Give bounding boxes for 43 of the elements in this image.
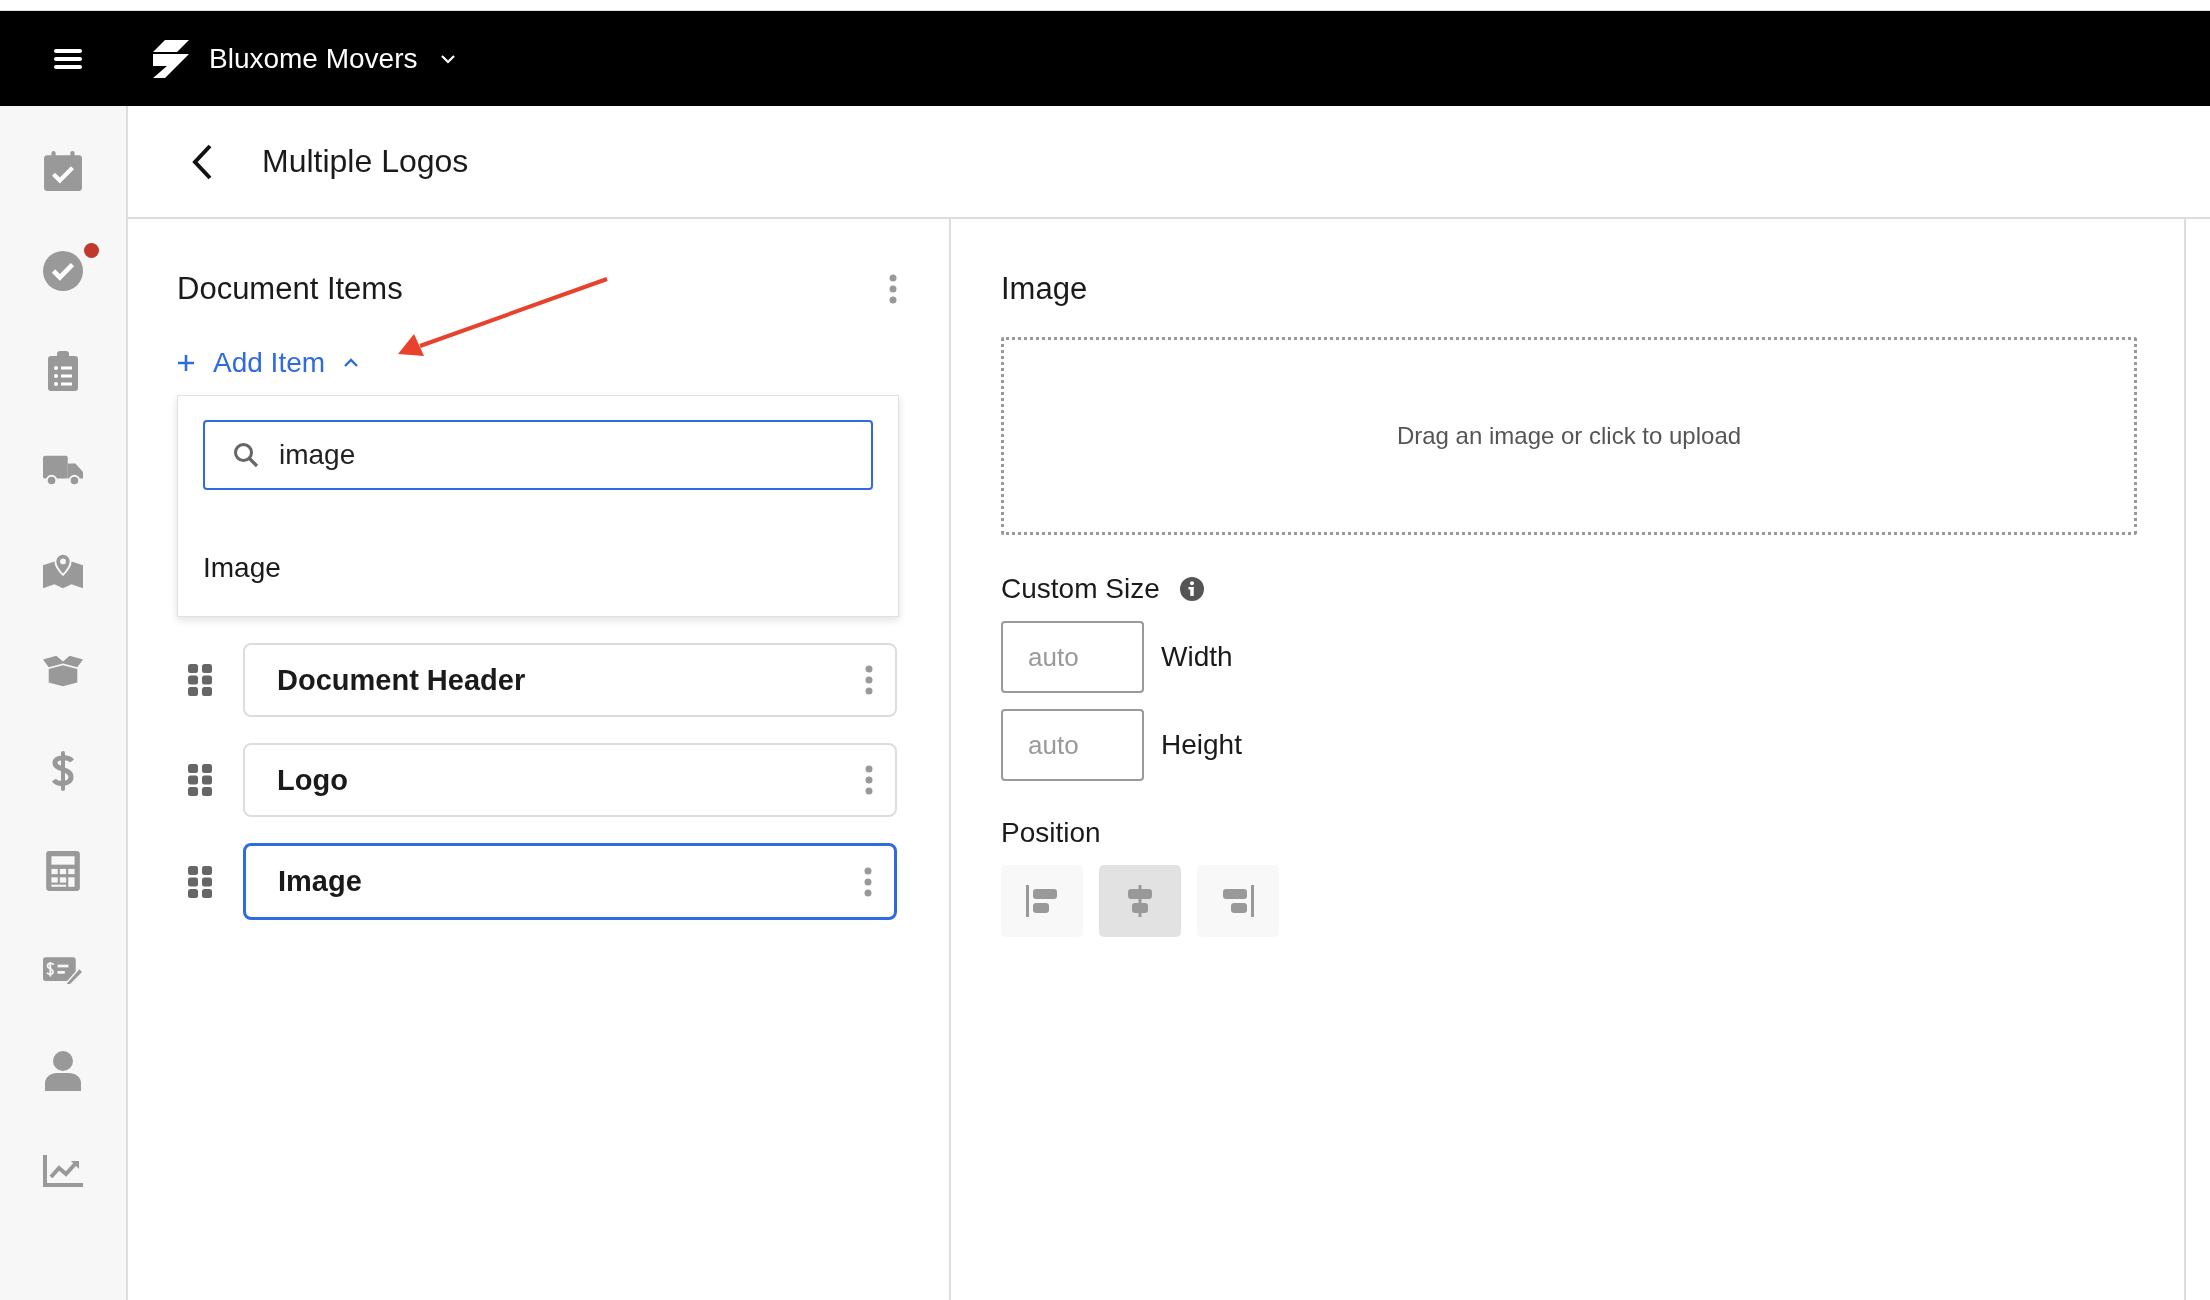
chevron-down-icon[interactable] — [439, 53, 456, 64]
more-options-icon[interactable] — [865, 765, 873, 795]
position-button[interactable] — [1001, 865, 1083, 937]
more-options-icon[interactable] — [864, 866, 872, 897]
page-title: Multiple Logos — [262, 143, 469, 180]
upload-dropzone[interactable]: Drag an image or click to upload — [1001, 337, 2137, 535]
company-name[interactable]: Bluxome Movers — [209, 42, 418, 75]
drag-handle-icon[interactable] — [188, 865, 212, 898]
chevron-up-icon — [343, 358, 360, 368]
section-title: Document Items — [177, 271, 403, 307]
dropdown-option[interactable]: Image — [178, 552, 306, 584]
custom-size-label: Custom Size — [1001, 573, 1160, 605]
search-icon — [233, 442, 259, 468]
drag-handle-icon[interactable] — [188, 764, 212, 796]
more-options-icon[interactable] — [889, 274, 897, 304]
document-item[interactable]: Document Header — [243, 643, 897, 717]
check-circle-icon[interactable] — [43, 251, 83, 291]
search-field[interactable]: image — [203, 420, 873, 490]
item-label: Image — [278, 865, 362, 898]
plus-icon — [177, 354, 195, 372]
item-label: Document Header — [277, 663, 526, 697]
drag-handle-icon[interactable] — [188, 664, 212, 696]
info-icon[interactable] — [1179, 577, 1204, 601]
add-item-button[interactable]: Add Item — [177, 347, 360, 379]
calculator-icon[interactable] — [43, 851, 83, 891]
back-icon[interactable] — [192, 143, 212, 180]
map-pin-icon[interactable] — [43, 551, 83, 591]
document-item[interactable]: Image — [243, 843, 897, 920]
field-label: Width — [1161, 641, 1233, 673]
panel-title: Image — [1001, 271, 1089, 307]
field-label: Height — [1161, 729, 1242, 761]
document-item[interactable]: Logo — [243, 743, 897, 817]
person-icon[interactable] — [43, 1051, 83, 1091]
lightning-logo-icon — [153, 39, 189, 78]
size-input[interactable]: auto — [1001, 709, 1144, 781]
item-label: Logo — [277, 763, 348, 797]
menu-icon[interactable] — [54, 46, 82, 71]
size-input[interactable]: auto — [1001, 621, 1144, 693]
more-options-icon[interactable] — [865, 665, 873, 695]
position-label: Position — [1001, 817, 1102, 849]
position-button[interactable] — [1197, 865, 1279, 937]
position-button[interactable] — [1099, 865, 1181, 937]
calendar-check-icon[interactable] — [43, 151, 83, 191]
